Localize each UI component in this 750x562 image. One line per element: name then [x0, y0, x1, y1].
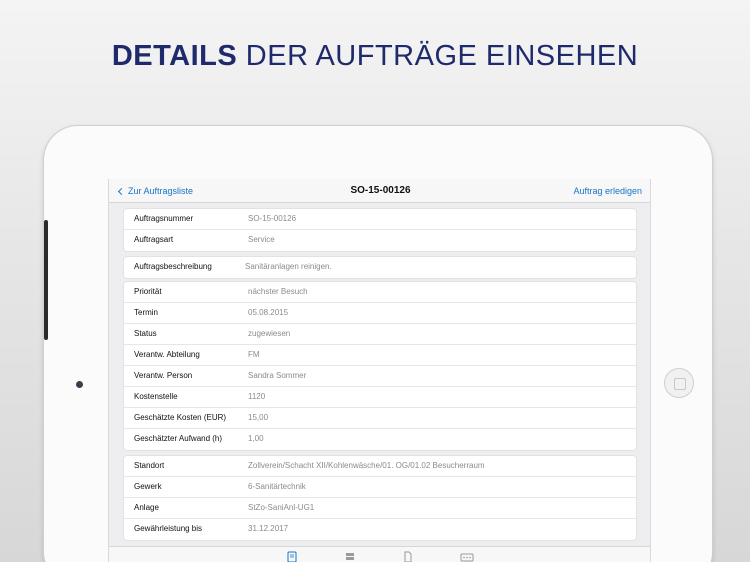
row-value: nächster Besuch — [248, 287, 308, 296]
row-value: 1120 — [248, 392, 266, 401]
row-value: Service — [248, 235, 275, 244]
detail-row: Auftragsbeschreibung Sanitäranlagen rein… — [124, 257, 636, 278]
row-value: SO-15-00126 — [248, 214, 297, 223]
home-button[interactable] — [664, 368, 694, 398]
row-label: Termin — [134, 308, 159, 317]
detail-row: Standort Zollverein/Schacht XII/Kohlenwä… — [124, 456, 636, 477]
detail-row: Priorität nächster Besuch — [124, 282, 636, 303]
row-label: Priorität — [134, 287, 162, 296]
tab-materials[interactable] — [344, 551, 356, 562]
tab-details[interactable] — [286, 551, 298, 562]
row-value: zugewiesen — [248, 329, 291, 338]
navigation-bar: Zur Auftragsliste SO-15-00126 Auftrag er… — [109, 179, 650, 203]
detail-row: Gewerk 6-Sanitärtechnik — [124, 477, 636, 498]
detail-row: Gewährleistung bis 31.12.2017 — [124, 519, 636, 540]
row-label: Gewährleistung bis — [134, 524, 203, 533]
detail-row: Geschätzte Kosten (EUR) 15,00 — [124, 408, 636, 429]
complete-order-button[interactable]: Auftrag erledigen — [573, 186, 642, 196]
row-value: Sandra Sommer — [248, 371, 307, 380]
app-screen: Zur Auftragsliste SO-15-00126 Auftrag er… — [108, 179, 651, 562]
row-label: Auftragsnummer — [134, 214, 194, 223]
stack-icon — [346, 553, 354, 560]
promo-headline: DETAILS DER AUFTRÄGE EINSEHEN — [0, 38, 750, 74]
row-label: Status — [134, 329, 157, 338]
description-group: Auftragsbeschreibung Sanitäranlagen rein… — [123, 256, 637, 279]
order-id-group: Auftragsnummer SO-15-00126 Auftragsart S… — [123, 208, 637, 252]
tablet-edge — [44, 220, 48, 340]
document-icon — [404, 551, 412, 562]
row-value: Zollverein/Schacht XII/Kohlenwäsche/01. … — [248, 461, 485, 470]
detail-row: Geschätzter Aufwand (h) 1,00 — [124, 429, 636, 450]
row-label: Verantw. Abteilung — [134, 350, 200, 359]
row-label: Auftragsart — [134, 235, 174, 244]
clipboard-icon — [287, 551, 297, 562]
tab-documents[interactable] — [402, 551, 414, 562]
detail-row: Anlage StZo-SaniAnl-UG1 — [124, 498, 636, 519]
row-value: 6-Sanitärtechnik — [248, 482, 306, 491]
row-value: 31.12.2017 — [248, 524, 289, 533]
row-value: StZo-SaniAnl-UG1 — [248, 503, 315, 512]
row-value: FM — [248, 350, 260, 359]
status-group: Priorität nächster Besuch Termin 05.08.2… — [123, 281, 637, 451]
row-value: 15,00 — [248, 413, 269, 422]
detail-row: Auftragsnummer SO-15-00126 — [124, 209, 636, 230]
more-icon — [460, 553, 474, 562]
page-title: SO-15-00126 — [350, 185, 411, 196]
location-group: Standort Zollverein/Schacht XII/Kohlenwä… — [123, 455, 637, 541]
row-label: Kostenstelle — [134, 392, 178, 401]
detail-row: Termin 05.08.2015 — [124, 303, 636, 324]
headline-bold: DETAILS — [111, 40, 238, 72]
row-label: Geschätzter Aufwand (h) — [134, 434, 223, 443]
detail-row: Verantw. Person Sandra Sommer — [124, 366, 636, 387]
headline-rest: DER AUFTRÄGE EINSEHEN — [245, 40, 639, 72]
row-label: Gewerk — [134, 482, 162, 491]
detail-row: Kostenstelle 1120 — [124, 387, 636, 408]
row-value: 05.08.2015 — [248, 308, 289, 317]
detail-row: Auftragsart Service — [124, 230, 636, 251]
detail-row: Verantw. Abteilung FM — [124, 345, 636, 366]
detail-row: Status zugewiesen — [124, 324, 636, 345]
row-label: Auftragsbeschreibung — [134, 262, 212, 271]
row-label: Anlage — [134, 503, 159, 512]
row-value: 1,00 — [248, 434, 264, 443]
tab-bar — [109, 546, 650, 562]
camera-icon — [76, 381, 83, 388]
row-value: Sanitäranlagen reinigen. — [245, 262, 332, 271]
row-label: Verantw. Person — [134, 371, 193, 380]
tab-more[interactable] — [460, 551, 474, 562]
row-label: Geschätzte Kosten (EUR) — [134, 413, 227, 422]
row-label: Standort — [134, 461, 165, 470]
